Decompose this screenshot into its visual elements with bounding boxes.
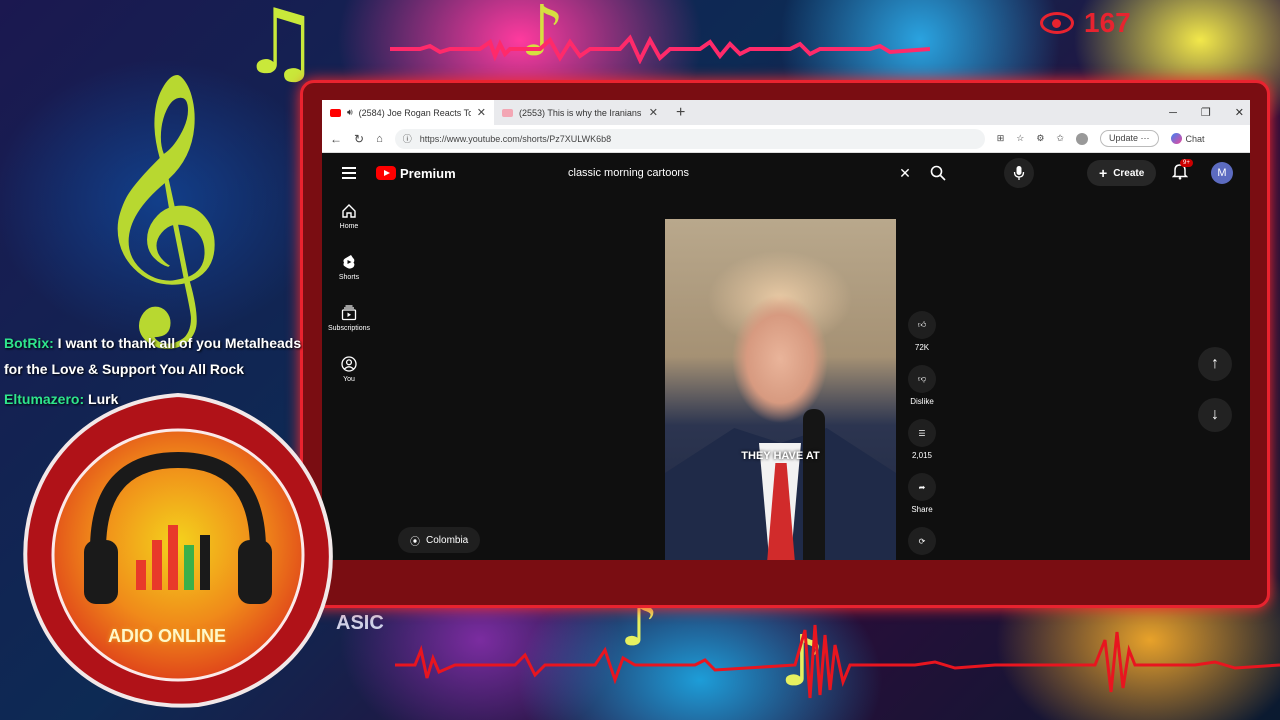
- sidebar-item-label: Subscriptions: [327, 325, 371, 332]
- favorites-icon[interactable]: ✩: [1056, 133, 1064, 144]
- treble-clef-icon: 𝄞: [90, 70, 226, 337]
- favorite-star-icon[interactable]: ☆: [1016, 133, 1024, 144]
- sidebar-item-label: Shorts: [338, 274, 360, 281]
- menu-icon[interactable]: [342, 164, 356, 182]
- home-icon[interactable]: ⌂: [376, 133, 383, 145]
- previous-video-button[interactable]: ↑: [1198, 347, 1232, 381]
- sidebar-item-home[interactable]: Home: [322, 203, 376, 254]
- chat-label: Chat: [1185, 133, 1205, 144]
- radio-logo-text: ADIO ONLINE: [108, 626, 227, 646]
- brand-label: Premium: [400, 165, 456, 181]
- comment-icon: ☰: [908, 419, 936, 447]
- bg-text: ASIC: [336, 612, 384, 634]
- sidebar-item-shorts[interactable]: Shorts: [322, 254, 376, 305]
- viewer-count: 167: [1040, 2, 1190, 44]
- chat-message: BotRix: I want to thank all of you Metal…: [4, 330, 304, 382]
- share-icon: ➦: [908, 473, 936, 501]
- restore-icon[interactable]: ❐: [1201, 106, 1211, 119]
- copilot-icon: [1170, 133, 1182, 144]
- you-icon: [341, 356, 357, 372]
- comment-count: 2,015: [911, 451, 933, 460]
- tab-joe-rogan[interactable]: 🔊︎ (2584) Joe Rogan Reacts To D ✕: [322, 100, 494, 125]
- plus-icon: +: [1099, 165, 1108, 181]
- remix-button[interactable]: ⟳: [908, 527, 936, 560]
- like-count: 72K: [914, 343, 930, 352]
- url-text: https://www.youtube.com/shorts/Pz7XULWK6…: [419, 133, 612, 144]
- update-button[interactable]: Update ⋯: [1099, 130, 1159, 147]
- sidebar-item-label: You: [343, 376, 355, 383]
- arrow-up-icon: ↑: [1211, 355, 1219, 372]
- close-window-icon[interactable]: ✕: [1235, 106, 1244, 119]
- thumbs-down-icon: 👎︎: [908, 365, 936, 393]
- share-label: Share: [911, 505, 933, 514]
- close-tab-icon[interactable]: ✕: [649, 106, 658, 119]
- extensions-icon[interactable]: ⚙: [1036, 133, 1044, 144]
- eye-icon: [1040, 12, 1074, 34]
- share-button[interactable]: ➦ Share: [908, 473, 936, 527]
- dislike-button[interactable]: 👎︎ Dislike: [908, 365, 936, 419]
- next-video-button[interactable]: ↓: [1198, 398, 1232, 432]
- avatar[interactable]: M: [1211, 162, 1233, 184]
- youtube-favicon-icon: [502, 108, 513, 117]
- close-tab-icon[interactable]: ✕: [477, 106, 486, 119]
- tab-title: (2584) Joe Rogan Reacts To D: [358, 107, 471, 118]
- youtube-page: Premium classic morning cartoons ✕ + Cre…: [322, 153, 1250, 560]
- update-label: Update: [1108, 133, 1138, 143]
- shorts-icon: [343, 255, 355, 269]
- chat-username: BotRix:: [4, 335, 54, 351]
- browser-window: 🔊︎ (2584) Joe Rogan Reacts To D ✕ (2553)…: [322, 100, 1250, 560]
- youtube-play-icon: [376, 166, 396, 180]
- profile-icon[interactable]: [1075, 132, 1088, 145]
- new-tab-icon[interactable]: +: [676, 104, 685, 122]
- notification-badge: 9+: [1180, 159, 1193, 167]
- search-icon: [930, 165, 946, 181]
- search-input[interactable]: classic morning cartoons: [568, 167, 890, 179]
- site-info-icon[interactable]: ⓘ: [403, 132, 412, 145]
- radio-online-logo: [23, 392, 333, 708]
- location-pin-icon: ⦿: [410, 536, 420, 548]
- home-icon: [342, 204, 356, 218]
- dislike-label: Dislike: [910, 397, 934, 406]
- sidebar-item-label: Home: [339, 223, 359, 230]
- location-chip[interactable]: ⦿ Colombia: [398, 527, 481, 553]
- sidebar: Home Shorts Subscriptions You: [322, 203, 376, 407]
- url-bar[interactable]: ⓘ https://www.youtube.com/shorts/Pz7XULW…: [394, 128, 985, 149]
- read-aloud-icon[interactable]: ⊞: [997, 133, 1005, 144]
- thumbs-up-icon: 👍︎: [908, 311, 936, 339]
- video-frame-microphone: [803, 409, 825, 560]
- like-button[interactable]: 👍︎ 72K: [908, 311, 936, 365]
- speaker-icon[interactable]: 🔊︎: [347, 107, 353, 118]
- remix-icon: ⟳: [908, 527, 936, 555]
- create-label: Create: [1113, 167, 1145, 179]
- audio-waveform-top: [390, 34, 930, 64]
- microphone-icon: [1013, 166, 1025, 180]
- tab-title: (2553) This is why the Iranians are: [519, 107, 643, 118]
- window-controls: ─ ❐ ✕: [1169, 100, 1250, 125]
- subscriptions-icon: [341, 305, 357, 321]
- minimize-icon[interactable]: ─: [1169, 107, 1177, 119]
- search-bar: classic morning cartoons ✕: [556, 158, 956, 188]
- location-label: Colombia: [426, 534, 469, 546]
- comments-button[interactable]: ☰ 2,015: [908, 419, 936, 473]
- copilot-chat-button[interactable]: Chat: [1170, 133, 1205, 144]
- address-bar-row: ← ↻ ⌂ ⓘ https://www.youtube.com/shorts/P…: [322, 125, 1250, 153]
- shorts-video-player[interactable]: THEY HAVE AT: [665, 219, 896, 560]
- tab-iranians[interactable]: (2553) This is why the Iranians are ✕: [494, 100, 666, 125]
- create-button[interactable]: + Create: [1087, 160, 1157, 186]
- video-caption: THEY HAVE AT: [741, 450, 820, 462]
- back-icon[interactable]: ←: [330, 132, 342, 146]
- arrow-down-icon: ↓: [1211, 406, 1219, 423]
- refresh-icon[interactable]: ↻: [354, 132, 364, 146]
- tab-strip: 🔊︎ (2584) Joe Rogan Reacts To D ✕ (2553)…: [322, 100, 1250, 125]
- youtube-header: Premium classic morning cartoons ✕ + Cre…: [322, 153, 1250, 193]
- viewer-count-value: 167: [1084, 7, 1131, 38]
- youtube-logo[interactable]: Premium: [376, 166, 456, 181]
- voice-search-button[interactable]: [1004, 158, 1034, 188]
- audio-waveform-bottom: [395, 624, 1280, 699]
- shorts-actions: 👍︎ 72K 👎︎ Dislike ☰ 2,015 ➦ Share ⟳: [908, 311, 936, 560]
- youtube-favicon-icon: [330, 108, 341, 117]
- search-button[interactable]: [920, 158, 956, 188]
- sidebar-item-subscriptions[interactable]: Subscriptions: [322, 305, 376, 356]
- clear-search-icon[interactable]: ✕: [890, 165, 920, 182]
